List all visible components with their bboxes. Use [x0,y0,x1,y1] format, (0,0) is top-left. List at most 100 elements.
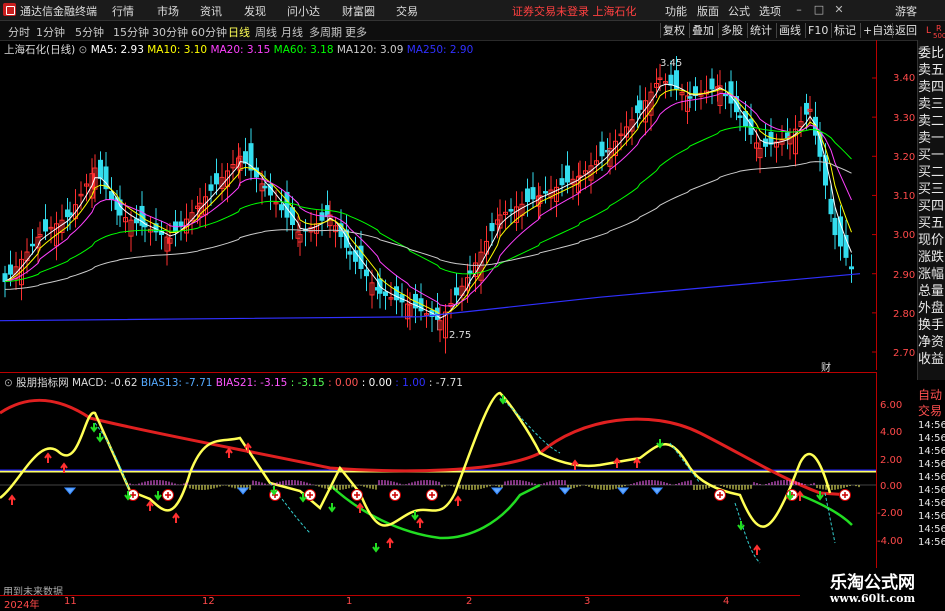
side-top-500: 500 [933,32,945,40]
ma10-line [4,88,852,316]
btn-f10[interactable]: F10 [805,23,830,38]
time-tick: 3 [584,596,591,607]
menu-wenxiaoda[interactable]: 问小达 [287,3,320,19]
price-tick: 3.20 [893,152,916,163]
side-item: 现价 [917,233,944,248]
line3-label: : -3.15 [290,377,325,389]
menu-faxian[interactable]: 发现 [244,3,266,19]
watermark: 乐淘公式网 www.60lt.com [800,568,945,609]
stock-name: 上海石化(日线) [4,44,76,56]
menu-shichang[interactable]: 市场 [157,3,179,19]
red-signal-line [0,398,851,497]
auto-label[interactable]: 自动 [918,386,945,403]
side-item: 买三 [917,182,944,197]
close-icon[interactable]: ✕ [830,2,848,17]
maximize-icon[interactable]: □ [810,2,828,17]
menu-jiaoyi[interactable]: 交易 [396,3,418,19]
user-guest[interactable]: 游客 [895,3,917,19]
line5-label: : 0.00 [361,377,392,389]
side-item: 卖二 [917,114,944,129]
period-15min[interactable]: 15分钟 [113,24,149,40]
macd-chart[interactable] [0,373,876,578]
candle-body [243,151,248,164]
side-item: 总量 [917,284,944,299]
minimize-icon[interactable]: – [790,2,808,17]
btn-diejia[interactable]: 叠加 [689,23,716,38]
side-item: 买四 [917,199,944,214]
period-fenshi[interactable]: 分时 [8,24,30,40]
side-item: 涨幅 [917,267,944,282]
menu-caifuquan[interactable]: 财富圈 [342,3,375,19]
candle-body [394,286,399,301]
chevron-down-icon[interactable]: ⊙ [79,44,88,56]
down-arrow-icon [499,395,507,405]
menu-hangqing[interactable]: 行情 [112,3,134,19]
btn-huaxian[interactable]: 画线 [776,23,803,38]
candle-body [30,243,35,247]
side-item: 买二 [917,165,944,180]
up-arrow-icon [44,452,52,463]
candle-body [637,100,643,110]
price-tick: 3.00 [893,230,916,241]
time-item: 14:56 [918,537,945,548]
trade-label[interactable]: 交易 [918,402,945,419]
time-tick: 1 [346,596,353,607]
period-1min[interactable]: 1分钟 [36,24,65,40]
time-tick: 11 [64,596,77,607]
up-arrow-icon [172,512,180,523]
period-60min[interactable]: 60分钟 [191,24,227,40]
btn-back[interactable]: 返回 [892,23,919,38]
down-arrow-icon [737,521,745,531]
side-item: 卖一 [917,131,944,146]
menu-gongneng[interactable]: 功能 [665,3,687,19]
diamond-marker-icon [558,487,572,495]
down-arrow-icon [656,439,664,449]
menu-gongshi[interactable]: 公式 [728,3,750,19]
btn-fuquan[interactable]: 复权 [660,23,687,38]
chevron-down-icon[interactable]: ⊙ [4,377,13,389]
btn-duogu[interactable]: 多股 [718,23,745,38]
period-daily[interactable]: 日线 [228,24,250,40]
app-title: 通达信金融终端 [20,5,97,18]
indicator-name[interactable]: 股朋指标网 [16,377,69,389]
candle-body [383,291,388,296]
candle-body [347,251,353,255]
side-item: 卖三 [917,97,944,112]
period-more[interactable]: 更多 [345,24,367,40]
candle-body [565,165,570,183]
time-item: 14:56 [918,433,945,444]
candle-body [849,266,854,270]
menu-bar: 通达信金融终端 行情 市场 资讯 发现 问小达 财富圈 交易 证券交易未登录 上… [0,0,945,21]
candle-body [668,74,674,86]
kline-chart[interactable] [0,40,876,370]
menu-xuanxiang[interactable]: 选项 [759,3,781,19]
ma-legend: 上海石化(日线) ⊙ MA5: 2.93 MA10: 3.10 MA20: 3.… [4,42,473,57]
btn-biaoji[interactable]: 标记 [831,23,858,38]
side-item: 卖四 [917,80,944,95]
side-item: 收益 [917,352,944,367]
line6-label: : 1.00 [395,377,426,389]
price-panel[interactable]: 上海石化(日线) ⊙ MA5: 2.93 MA10: 3.10 MA20: 3.… [0,40,877,374]
ma120-label: MA120: 3.09 [336,44,404,56]
indicator-panel[interactable]: ⊙ 股朋指标网 MACD: -0.62 BIAS13: -7.71 BIAS21… [0,372,877,598]
candle-body [543,191,548,194]
btn-add-watchlist[interactable]: +自选 [860,23,896,38]
time-item: 14:56 [918,472,945,483]
period-weekly[interactable]: 周线 [255,24,277,40]
menu-zixun[interactable]: 资讯 [200,3,222,19]
candle-body [178,221,184,227]
bias13-label: BIAS13: -7.71 [140,377,213,389]
menu-banmian[interactable]: 版面 [697,3,719,19]
price-tick: 3.30 [893,113,916,124]
btn-tongji[interactable]: 统计 [747,23,774,38]
period-multi[interactable]: 多周期 [309,24,342,40]
time-item: 14:56 [918,524,945,535]
side-item: 买五 [917,216,944,231]
time-item: 14:56 [918,511,945,522]
period-30min[interactable]: 30分钟 [152,24,188,40]
period-monthly[interactable]: 月线 [281,24,303,40]
period-5min[interactable]: 5分钟 [75,24,104,40]
trade-notice[interactable]: 证券交易未登录 上海石化 [512,3,637,19]
time-item: 14:56 [918,485,945,496]
price-tick: 3.40 [893,73,916,84]
